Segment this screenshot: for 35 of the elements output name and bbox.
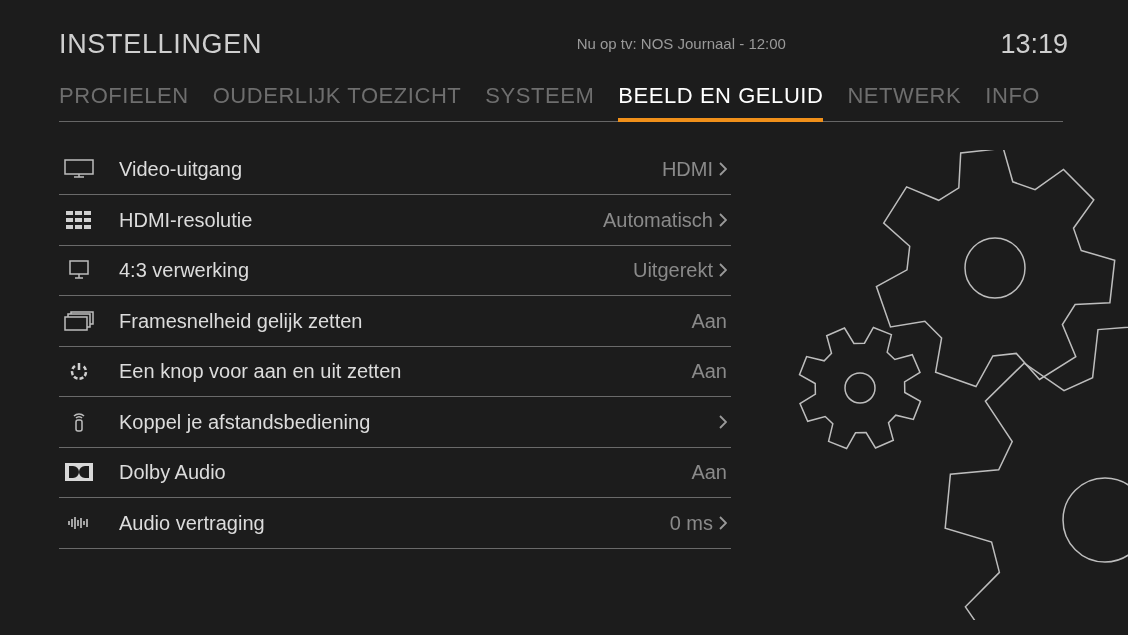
settings-row[interactable]: 4:3 verwerking Uitgerekt <box>59 245 731 296</box>
page-title: INSTELLINGEN <box>59 28 263 61</box>
settings-row[interactable]: Koppel je afstandsbediening <box>59 397 731 448</box>
setting-value: HDMI <box>661 157 713 183</box>
setting-label: Dolby Audio <box>119 460 226 486</box>
settings-row[interactable]: Een knop voor aan en uit zetten Aan <box>59 346 731 397</box>
setting-label: Audio vertraging <box>119 510 265 536</box>
monitor-icon <box>69 260 89 281</box>
settings-row[interactable]: Audio vertraging 0 ms <box>59 498 731 549</box>
setting-value: Aan <box>691 460 727 486</box>
setting-label: Video-uitgang <box>119 157 243 183</box>
setting-value: Aan <box>691 308 727 334</box>
setting-label: HDMI-resolutie <box>119 207 253 233</box>
setting-value: Automatisch <box>602 207 713 233</box>
tab[interactable]: BEELD EN GELUID <box>618 78 824 122</box>
clock: 13:19 <box>1000 28 1068 61</box>
settings-row[interactable]: Video-uitgang HDMI <box>59 144 731 195</box>
stacked-frames-icon <box>64 310 94 331</box>
power-icon <box>70 362 88 381</box>
settings-row[interactable]: Dolby Audio Aan <box>59 447 731 498</box>
double-d-icon <box>65 463 93 482</box>
settings-row[interactable]: HDMI-resolutie Automatisch <box>59 195 731 246</box>
setting-value: Aan <box>691 359 727 385</box>
audio-wave-icon <box>68 515 90 530</box>
settings-row[interactable]: Framesnelheid gelijk zetten Aan <box>59 296 731 347</box>
setting-value: 0 ms <box>669 510 713 536</box>
now-playing-text: Nu op tv: NOS Journaal - 12:00 <box>576 34 786 54</box>
grid-icon <box>66 210 92 229</box>
remote-icon <box>72 411 86 432</box>
setting-value: Uitgerekt <box>632 258 713 284</box>
setting-label: Een knop voor aan en uit zetten <box>119 359 402 385</box>
setting-label: Koppel je afstandsbediening <box>119 409 371 435</box>
setting-label: Framesnelheid gelijk zetten <box>119 308 363 334</box>
monitor-icon <box>64 159 94 180</box>
setting-label: 4:3 verwerking <box>119 258 250 284</box>
